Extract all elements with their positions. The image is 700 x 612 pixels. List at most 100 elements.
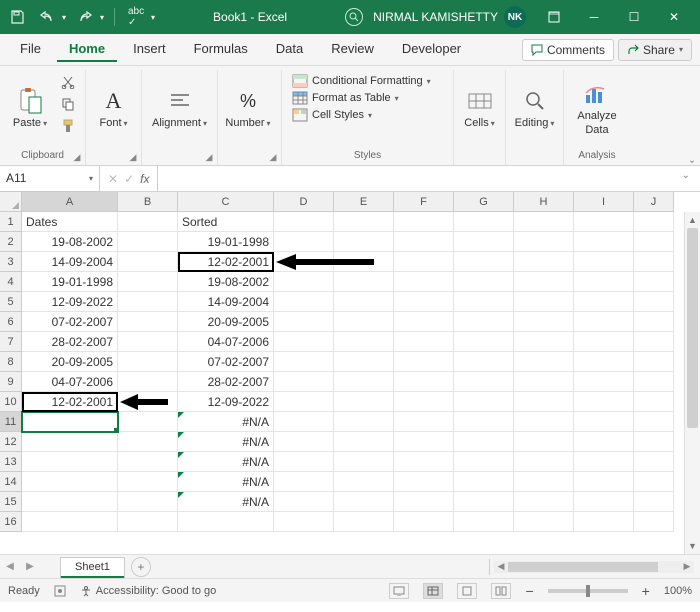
cell-b11[interactable]	[118, 412, 178, 432]
column-header-c[interactable]: C	[178, 192, 274, 212]
cell-d10[interactable]	[274, 392, 334, 412]
column-header-f[interactable]: F	[394, 192, 454, 212]
cell-a16[interactable]	[22, 512, 118, 532]
scroll-up-icon[interactable]: ▲	[685, 212, 700, 228]
cell-g12[interactable]	[454, 432, 514, 452]
cell-g7[interactable]	[454, 332, 514, 352]
cell-b5[interactable]	[118, 292, 178, 312]
avatar[interactable]: NK	[504, 6, 526, 28]
cell-j16[interactable]	[634, 512, 674, 532]
cell-f7[interactable]	[394, 332, 454, 352]
number-button[interactable]: % Number ▾	[224, 72, 272, 144]
cell-d1[interactable]	[274, 212, 334, 232]
cell-b16[interactable]	[118, 512, 178, 532]
cell-h11[interactable]	[514, 412, 574, 432]
cell-b7[interactable]	[118, 332, 178, 352]
cell-g5[interactable]	[454, 292, 514, 312]
zoom-out-button[interactable]: −	[525, 583, 533, 599]
cell-b2[interactable]	[118, 232, 178, 252]
cell-i6[interactable]	[574, 312, 634, 332]
clipboard-dialog-launcher[interactable]: ◢	[71, 151, 83, 163]
number-dialog-launcher[interactable]: ◢	[267, 151, 279, 163]
cell-f11[interactable]	[394, 412, 454, 432]
cell-j8[interactable]	[634, 352, 674, 372]
display-settings-icon[interactable]	[389, 583, 409, 599]
row-header[interactable]: 12	[0, 432, 22, 452]
cell-e13[interactable]	[334, 452, 394, 472]
cell-g15[interactable]	[454, 492, 514, 512]
cell-c15[interactable]: #N/A	[178, 492, 274, 512]
redo-dropdown[interactable]: ▾	[100, 13, 104, 22]
cell-styles-button[interactable]: Cell Styles ▾	[292, 108, 431, 122]
sheet-tab-sheet1[interactable]: Sheet1	[60, 557, 125, 578]
cell-d7[interactable]	[274, 332, 334, 352]
cell-h2[interactable]	[514, 232, 574, 252]
alignment-dialog-launcher[interactable]: ◢	[203, 151, 215, 163]
cell-a13[interactable]	[22, 452, 118, 472]
cell-f8[interactable]	[394, 352, 454, 372]
cell-e5[interactable]	[334, 292, 394, 312]
cell-b13[interactable]	[118, 452, 178, 472]
cell-i2[interactable]	[574, 232, 634, 252]
cell-d16[interactable]	[274, 512, 334, 532]
macro-record-icon[interactable]	[54, 585, 66, 597]
formula-bar[interactable]: ⌄	[157, 166, 700, 192]
column-header-b[interactable]: B	[118, 192, 178, 212]
cell-h3[interactable]	[514, 252, 574, 272]
cell-e11[interactable]	[334, 412, 394, 432]
cell-b8[interactable]	[118, 352, 178, 372]
cell-i8[interactable]	[574, 352, 634, 372]
cell-h5[interactable]	[514, 292, 574, 312]
autosave-icon[interactable]	[6, 6, 28, 28]
cell-h9[interactable]	[514, 372, 574, 392]
cell-e16[interactable]	[334, 512, 394, 532]
row-header[interactable]: 13	[0, 452, 22, 472]
cell-d13[interactable]	[274, 452, 334, 472]
cell-h13[interactable]	[514, 452, 574, 472]
editing-button[interactable]: Editing ▾	[512, 72, 557, 144]
cell-c9[interactable]: 28-02-2007	[178, 372, 274, 392]
select-all-corner[interactable]	[0, 192, 22, 212]
cell-d12[interactable]	[274, 432, 334, 452]
cell-b6[interactable]	[118, 312, 178, 332]
accessibility-status[interactable]: Accessibility: Good to go	[80, 585, 216, 597]
cell-j4[interactable]	[634, 272, 674, 292]
cell-c16[interactable]	[178, 512, 274, 532]
cell-b14[interactable]	[118, 472, 178, 492]
column-header-d[interactable]: D	[274, 192, 334, 212]
minimize-button[interactable]: ─	[574, 0, 614, 34]
cell-c11[interactable]: #N/A	[178, 412, 274, 432]
cell-h14[interactable]	[514, 472, 574, 492]
cell-j3[interactable]	[634, 252, 674, 272]
enter-formula-icon[interactable]: ✓	[124, 172, 134, 186]
cell-a7[interactable]: 28-02-2007	[22, 332, 118, 352]
ribbon-options-icon[interactable]	[534, 0, 574, 34]
cell-j5[interactable]	[634, 292, 674, 312]
font-button[interactable]: A Font ▾	[92, 72, 135, 144]
share-button[interactable]: Share ▾	[618, 39, 692, 61]
tab-insert[interactable]: Insert	[121, 37, 178, 62]
vertical-scrollbar[interactable]: ▲ ▼	[684, 212, 700, 554]
cell-d9[interactable]	[274, 372, 334, 392]
cell-d8[interactable]	[274, 352, 334, 372]
cell-c14[interactable]: #N/A	[178, 472, 274, 492]
cell-b12[interactable]	[118, 432, 178, 452]
comments-button[interactable]: Comments	[522, 39, 614, 61]
page-layout-view-icon[interactable]	[457, 583, 477, 599]
column-header-e[interactable]: E	[334, 192, 394, 212]
cell-a15[interactable]	[22, 492, 118, 512]
cell-e8[interactable]	[334, 352, 394, 372]
cell-b15[interactable]	[118, 492, 178, 512]
cell-j14[interactable]	[634, 472, 674, 492]
cell-a10[interactable]: 12-02-2001	[22, 392, 118, 412]
cell-j2[interactable]	[634, 232, 674, 252]
undo-dropdown[interactable]: ▾	[62, 13, 66, 22]
horizontal-scroll-thumb[interactable]	[508, 562, 658, 572]
cell-i9[interactable]	[574, 372, 634, 392]
tab-data[interactable]: Data	[264, 37, 315, 62]
cell-i12[interactable]	[574, 432, 634, 452]
cell-f14[interactable]	[394, 472, 454, 492]
conditional-formatting-button[interactable]: Conditional Formatting ▾	[292, 74, 431, 88]
insert-function-icon[interactable]: fx	[140, 172, 149, 186]
cell-e3[interactable]	[334, 252, 394, 272]
